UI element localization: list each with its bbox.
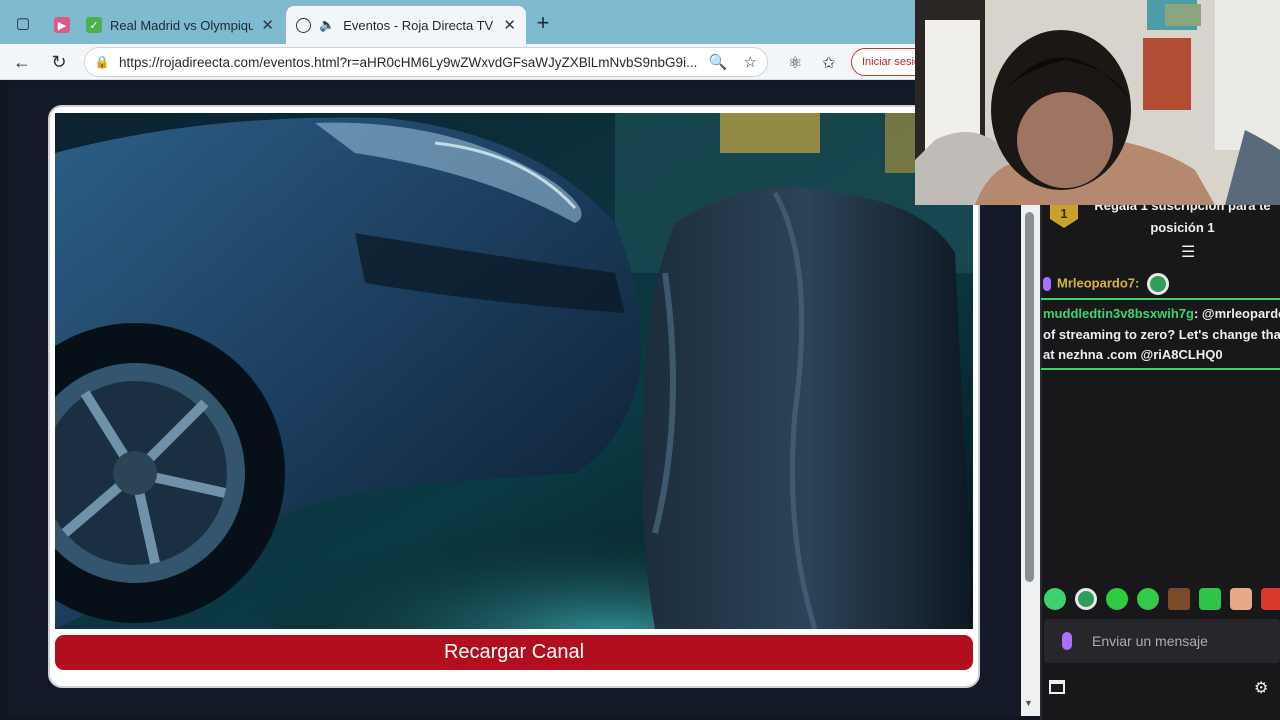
favorite-star-icon[interactable]: ☆	[744, 53, 757, 71]
chat-username[interactable]: muddledtin3v8bsxwih7g	[1043, 306, 1194, 321]
tab-real-madrid[interactable]: ✓ Real Madrid vs Olympique de ✕	[76, 6, 284, 44]
zoom-icon[interactable]: 🔍	[709, 53, 728, 71]
collapse-icon[interactable]: ☰	[1181, 242, 1195, 262]
reload-channel-button[interactable]: Recargar Canal	[55, 635, 973, 670]
check-icon: ✓	[86, 17, 102, 33]
chat-text-line: at nezhna .com @riA8CLHQ0	[1043, 347, 1223, 362]
speaker-icon[interactable]: 🔈	[319, 17, 335, 33]
emote-icon[interactable]	[1230, 588, 1252, 610]
emote-icon[interactable]	[1168, 588, 1190, 610]
favorites-icon[interactable]: ✩	[822, 53, 835, 73]
back-arrow-icon[interactable]: ←	[9, 49, 35, 75]
emote-icon	[1146, 273, 1169, 295]
video-player[interactable]	[55, 113, 973, 629]
chat-input-box[interactable]	[1044, 619, 1280, 663]
emote-icon[interactable]	[1261, 588, 1280, 610]
chat-text: : @mrleopardo	[1193, 306, 1280, 321]
refresh-icon[interactable]: ↻	[46, 49, 72, 75]
scroll-down-arrow-icon[interactable]: ▼	[1024, 698, 1033, 708]
chat-input[interactable]	[1092, 633, 1262, 649]
emote-icon[interactable]	[1044, 588, 1066, 610]
extensions-icon[interactable]: ⚛	[788, 53, 802, 73]
tab-eventos[interactable]: 🔈 Eventos - Roja Directa TV ✕	[286, 6, 526, 44]
video-frame	[55, 113, 973, 629]
lock-icon: 🔒	[94, 55, 110, 69]
emote-icon[interactable]	[1106, 588, 1128, 610]
tab-label: Eventos - Roja Directa TV	[343, 17, 494, 33]
emote-icon[interactable]	[1137, 588, 1159, 610]
url-text: https://rojadireecta.com/eventos.html?r=…	[119, 54, 698, 70]
chat-username[interactable]: Mrleopardo7:	[1057, 275, 1139, 290]
chat-text-line: of streaming to zero? Let's change that	[1043, 327, 1280, 342]
close-icon[interactable]: ✕	[495, 16, 516, 34]
emote-icon[interactable]	[1075, 588, 1097, 610]
store-icon[interactable]	[1049, 680, 1065, 694]
webcam-overlay	[915, 0, 1280, 205]
pinned-line-2: posición 1	[1150, 220, 1215, 235]
new-tab-button[interactable]: +	[530, 10, 556, 36]
tab-actions-icon[interactable]: ▢	[10, 10, 36, 36]
chat-message: Mrleopardo7:	[1043, 273, 1169, 295]
scrollbar-thumb[interactable]	[1025, 212, 1034, 582]
mic-badge-icon	[1043, 277, 1051, 291]
webcam-image	[915, 0, 1280, 205]
tab-youtube[interactable]: ▶	[48, 6, 76, 44]
emote-bar	[1044, 588, 1280, 614]
mic-icon	[1062, 632, 1072, 650]
gear-icon[interactable]: ⚙	[1254, 678, 1268, 698]
youtube-icon: ▶	[54, 17, 70, 33]
tab-label: Real Madrid vs Olympique de	[110, 17, 254, 33]
emote-icon[interactable]	[1199, 588, 1221, 610]
globe-icon	[296, 17, 311, 33]
chat-message: muddledtin3v8bsxwih7g: @mrleopardo	[1043, 306, 1280, 321]
close-icon[interactable]: ✕	[253, 16, 274, 34]
address-bar[interactable]: 🔒 https://rojadireecta.com/eventos.html?…	[84, 47, 768, 77]
